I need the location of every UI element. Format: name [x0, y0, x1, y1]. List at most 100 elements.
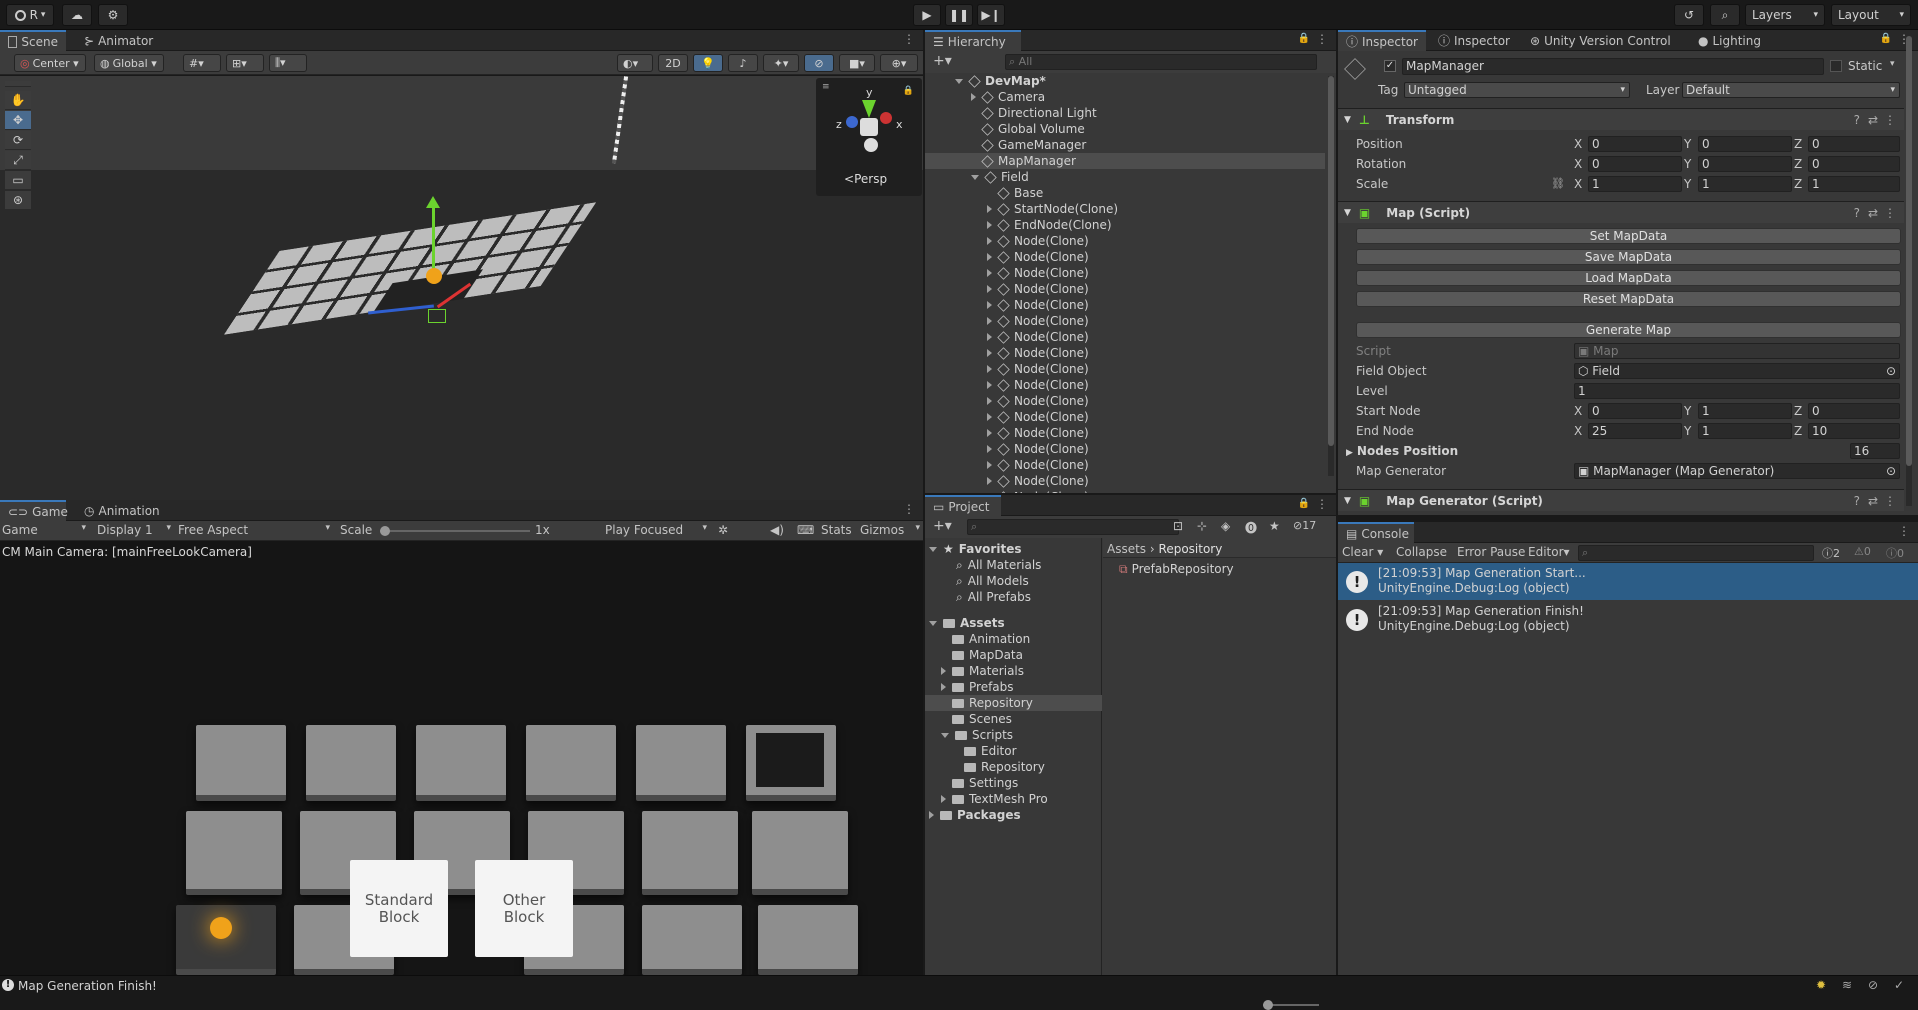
chevron-down-icon[interactable]	[941, 732, 949, 738]
favorite-item[interactable]: ⌕ All Models	[925, 573, 1102, 589]
scrollbar-thumb[interactable]	[1328, 76, 1334, 446]
hierarchy-item[interactable]: Node(Clone)	[925, 441, 1325, 457]
folder-item[interactable]: TextMesh Pro	[925, 791, 1102, 807]
object-picker-icon[interactable]: ⊙	[1886, 364, 1896, 378]
gizmo-y-axis[interactable]	[432, 206, 435, 276]
standard-block-button[interactable]: Standard Block	[350, 860, 448, 957]
cloud-button[interactable]: ☁	[62, 4, 92, 26]
chevron-right-icon[interactable]	[987, 349, 992, 357]
hidden-packages-toggle[interactable]: ⊘17	[1293, 519, 1316, 532]
icon-size-slider[interactable]	[1263, 1000, 1319, 1010]
tab-console[interactable]: ▤ Console	[1338, 522, 1414, 543]
collapse-toggle[interactable]: Collapse	[1396, 545, 1447, 559]
breadcrumb-item[interactable]: Repository	[1159, 542, 1223, 556]
hierarchy-item[interactable]: Node(Clone)	[925, 489, 1325, 493]
gizmo-z-cone[interactable]	[846, 116, 858, 128]
add-button[interactable]: +▾	[933, 518, 952, 534]
chevron-down-icon[interactable]	[971, 174, 979, 180]
level-input[interactable]: 1	[1574, 383, 1900, 399]
static-checkbox[interactable]	[1830, 60, 1842, 72]
persp-toggle[interactable]: <Persp	[844, 172, 887, 186]
hierarchy-item[interactable]: MapManager	[925, 153, 1325, 169]
transform-x-input[interactable]: 0	[1588, 136, 1682, 152]
hierarchy-item[interactable]: StartNode(Clone)	[925, 201, 1325, 217]
rotate-tool-button[interactable]: ⟳	[5, 131, 31, 150]
stats-toggle[interactable]: Stats	[821, 523, 852, 537]
tab-lighting[interactable]: ● Lighting	[1690, 30, 1769, 51]
load-mapdata-button[interactable]: Load MapData	[1356, 270, 1901, 286]
end-node-y[interactable]: 1	[1698, 423, 1792, 439]
tool-strip-handle[interactable]	[5, 81, 31, 87]
orientation-gizmo[interactable]: ≡ 🔒 y z x <Persp	[816, 78, 922, 196]
nodes-count-input[interactable]: 16	[1850, 443, 1900, 459]
console-search-input[interactable]: ⌕	[1578, 545, 1814, 561]
transform-y-input[interactable]: 0	[1698, 136, 1792, 152]
folder-item[interactable]: Scripts	[925, 727, 1102, 743]
game-mode-dropdown[interactable]: Game ▾	[2, 523, 86, 537]
game-view[interactable]: Standard Block Other Block	[0, 567, 923, 975]
filter-alert-icon[interactable]: ⓿	[1245, 519, 1257, 536]
scale-tool-button[interactable]: ⤢	[5, 151, 31, 170]
chevron-right-icon[interactable]	[987, 429, 992, 437]
add-button[interactable]: +▾	[933, 53, 952, 69]
chevron-right-icon[interactable]	[941, 795, 946, 803]
hierarchy-item[interactable]: Node(Clone)	[925, 313, 1325, 329]
hierarchy-item[interactable]: Node(Clone)	[925, 297, 1325, 313]
chevron-right-icon[interactable]	[987, 221, 992, 229]
favorite-star-icon[interactable]: ★	[1269, 519, 1280, 533]
stack-icon[interactable]: ≋	[1842, 978, 1852, 992]
tag-dropdown[interactable]: Untagged ▾	[1404, 82, 1630, 98]
scrollbar-thumb[interactable]	[1906, 36, 1912, 466]
lock-icon[interactable]: 🔒	[1298, 498, 1310, 509]
preset-icon[interactable]: ⇄	[1868, 494, 1878, 508]
map-script-header[interactable]: ▼ ▣ Map (Script) ? ⇄ ⋮	[1338, 201, 1904, 223]
chevron-down-icon[interactable]: ▾	[1890, 59, 1895, 69]
hierarchy-item[interactable]: EndNode(Clone)	[925, 217, 1325, 233]
folder-item[interactable]: Repository	[925, 759, 1102, 775]
collab-button[interactable]: ⚙	[98, 4, 128, 26]
more-menu-icon[interactable]: ⋮	[1884, 113, 1896, 127]
chevron-right-icon[interactable]	[987, 269, 992, 277]
pivot-dropdown[interactable]: ◎ Center ▾	[14, 54, 86, 72]
chevron-right-icon[interactable]	[987, 253, 992, 261]
gizmo-neg-y[interactable]	[864, 138, 878, 152]
more-menu-icon[interactable]: ⋮	[1316, 32, 1328, 46]
gizmo-x-cone[interactable]	[880, 112, 892, 124]
favorite-item[interactable]: ⌕ All Prefabs	[925, 589, 1102, 605]
clear-button[interactable]: Clear ▾	[1342, 545, 1383, 559]
speaker-icon[interactable]: ◀)	[770, 523, 784, 537]
preset-icon[interactable]: ⇄	[1868, 113, 1878, 127]
account-dropdown[interactable]: R ▾	[6, 4, 54, 26]
draw-mode-button[interactable]: ◐▾	[617, 54, 653, 72]
more-menu-icon[interactable]: ⋮	[1316, 497, 1328, 511]
hierarchy-item[interactable]: Directional Light	[925, 105, 1325, 121]
help-icon[interactable]: ?	[1854, 494, 1860, 508]
hierarchy-item[interactable]: Node(Clone)	[925, 329, 1325, 345]
tab-inspector-2[interactable]: ⓘ Inspector	[1430, 30, 1518, 51]
play-button[interactable]: ▶	[913, 4, 941, 26]
status-message[interactable]: Map Generation Finish!	[18, 979, 157, 993]
chevron-down-icon[interactable]	[929, 546, 937, 552]
hierarchy-item[interactable]: Node(Clone)	[925, 425, 1325, 441]
tab-animation[interactable]: ◷ Animation	[76, 500, 168, 521]
move-tool-button[interactable]: ✥	[5, 111, 31, 130]
console-entry[interactable]: ! [21:09:53] Map Generation Finish! Unit…	[1338, 601, 1918, 638]
object-picker-icon[interactable]: ⊙	[1886, 464, 1896, 478]
camera-button[interactable]: ■▾	[839, 54, 875, 72]
transform-y-input[interactable]: 1	[1698, 176, 1792, 192]
tab-project[interactable]: ▭ Project	[925, 495, 1001, 516]
chevron-right-icon[interactable]	[987, 317, 992, 325]
chevron-right-icon[interactable]	[987, 397, 992, 405]
breadcrumb-item[interactable]: Assets	[1107, 542, 1146, 556]
error-count-toggle[interactable]: ⓘ0	[1886, 545, 1904, 561]
pause-button[interactable]: ❚❚	[945, 4, 973, 26]
asset-item[interactable]: ⧉ PrefabRepository	[1119, 561, 1234, 577]
field-object-input[interactable]: ⬡ Field ⊙	[1574, 363, 1900, 379]
folder-item[interactable]: MapData	[925, 647, 1102, 663]
chevron-right-icon[interactable]	[941, 683, 946, 691]
active-checkbox[interactable]: ✓	[1384, 60, 1396, 72]
gizmo-y-arrow[interactable]	[426, 196, 440, 208]
hierarchy-item[interactable]: Global Volume	[925, 121, 1325, 137]
more-menu-icon[interactable]: ⋮	[1898, 524, 1910, 538]
chevron-right-icon[interactable]	[987, 237, 992, 245]
